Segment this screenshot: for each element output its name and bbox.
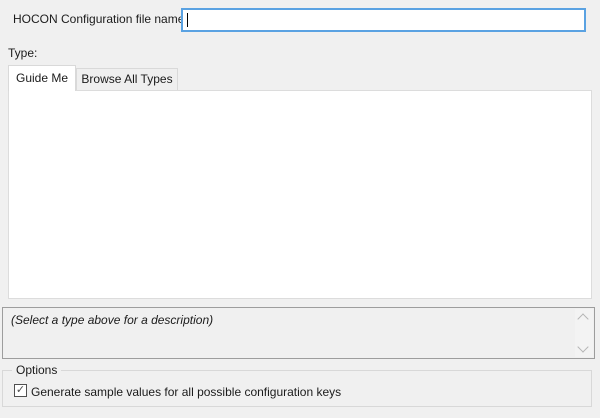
- description-scrollbar[interactable]: [575, 309, 593, 357]
- filename-label: HOCON Configuration file name:: [13, 12, 188, 26]
- generate-samples-label: Generate sample values for all possible …: [31, 385, 341, 399]
- generate-samples-checkbox[interactable]: ✓: [14, 384, 27, 397]
- hocon-config-dialog: HOCON Configuration file name: Type: Gui…: [0, 0, 600, 418]
- guide-me-tab-panel: [8, 90, 592, 299]
- checkmark-icon: ✓: [16, 384, 25, 396]
- type-label: Type:: [8, 46, 37, 60]
- tab-guide-me[interactable]: Guide Me: [8, 65, 76, 91]
- tab-browse-all-types[interactable]: Browse All Types: [76, 68, 178, 90]
- description-placeholder-text: (Select a type above for a description): [11, 313, 213, 327]
- chevron-up-icon[interactable]: [577, 313, 588, 324]
- filename-input[interactable]: [181, 8, 586, 32]
- type-description-box: (Select a type above for a description): [2, 307, 595, 359]
- chevron-down-icon[interactable]: [577, 341, 588, 352]
- options-group-label: Options: [12, 363, 61, 377]
- text-caret-icon: [187, 13, 188, 27]
